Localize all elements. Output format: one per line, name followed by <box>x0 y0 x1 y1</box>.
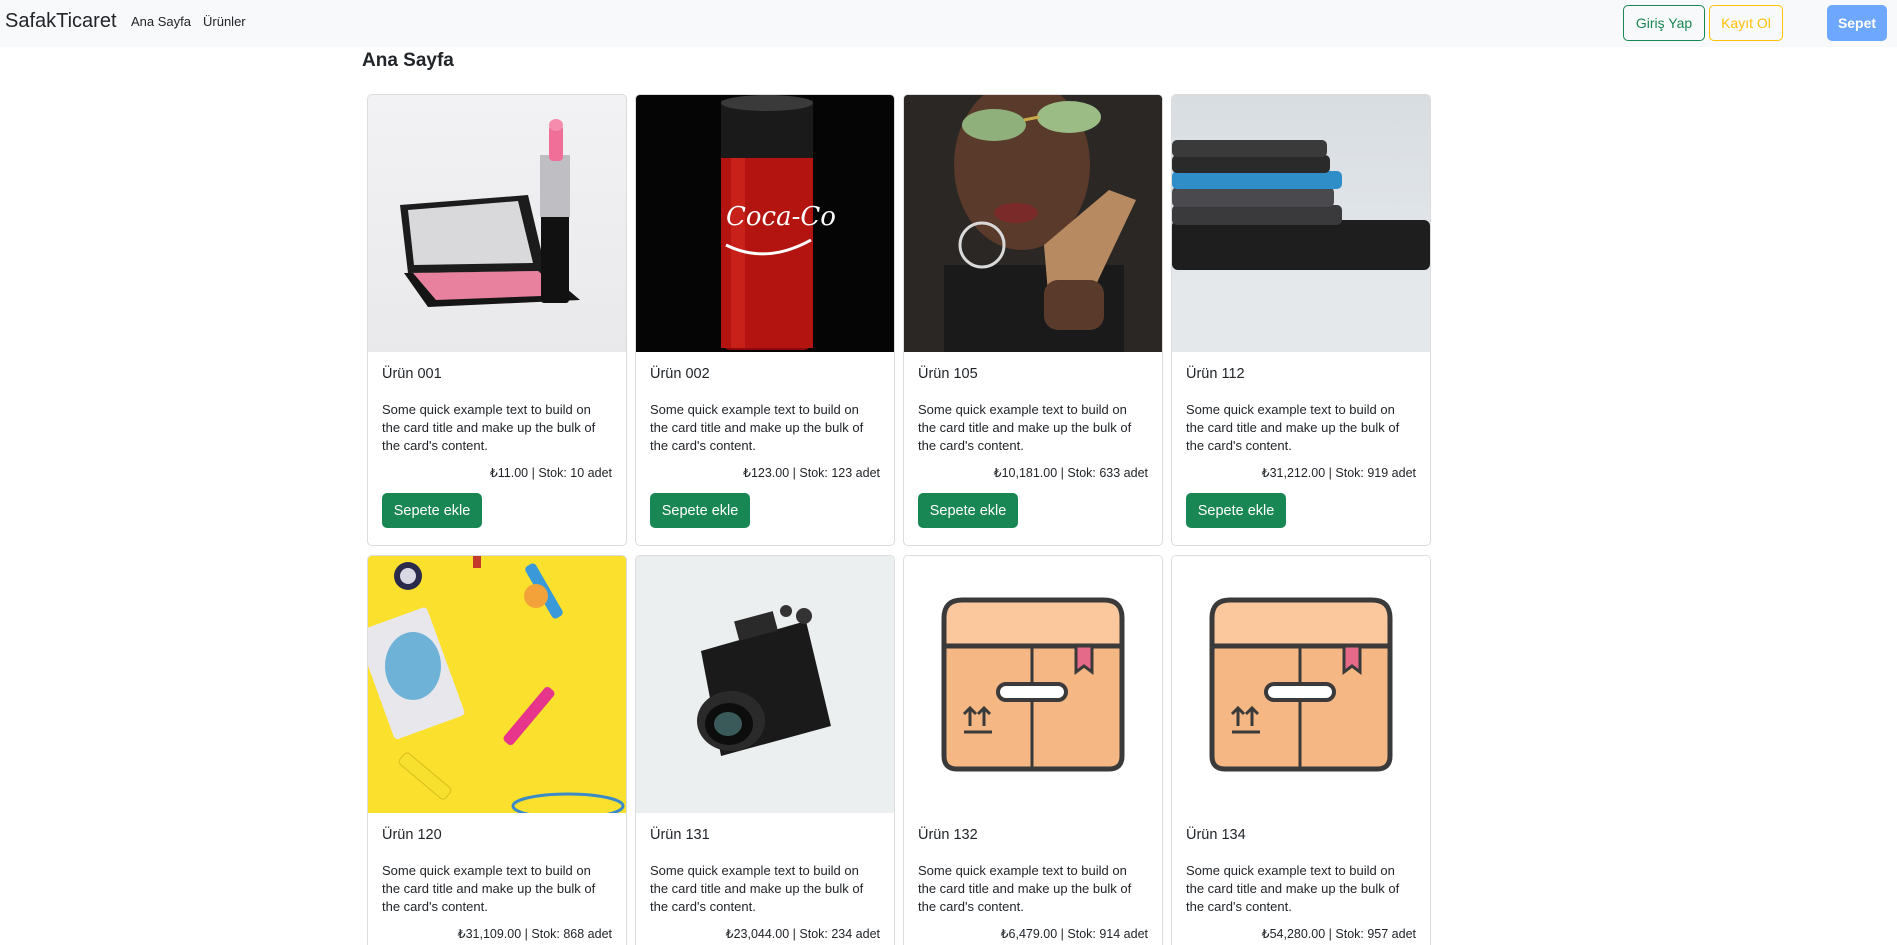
nav-link-products[interactable]: Ürünler <box>203 14 246 29</box>
product-card: Ürün 134 Some quick example text to buil… <box>1171 555 1431 945</box>
product-title: Ürün 105 <box>918 366 978 382</box>
product-title: Ürün 132 <box>918 827 978 843</box>
product-price-stock: ₺31,109.00 | Stok: 868 adet <box>457 927 612 941</box>
product-price-stock: ₺6,479.00 | Stok: 914 adet <box>1000 927 1148 941</box>
product-card: Ürün 105 Some quick example text to buil… <box>903 94 1163 546</box>
svg-text:Coca-Co: Coca-Co <box>726 202 836 232</box>
product-description: Some quick example text to build on the … <box>382 863 596 914</box>
product-price-stock: ₺54,280.00 | Stok: 957 adet <box>1261 927 1416 941</box>
product-title: Ürün 002 <box>650 366 710 382</box>
product-title: Ürün 120 <box>382 827 442 843</box>
product-title: Ürün 112 <box>1186 366 1245 382</box>
product-card: Ürün 131 Some quick example text to buil… <box>635 555 895 945</box>
product-card: Ürün 112 Some quick example text to buil… <box>1171 94 1431 546</box>
product-description: Some quick example text to build on the … <box>650 402 864 453</box>
product-description: Some quick example text to build on the … <box>1186 863 1400 914</box>
cart-button[interactable]: Sepet <box>1827 5 1887 41</box>
product-card: Coca-Co Ürün 002 Some quick example text… <box>635 94 895 546</box>
product-description: Some quick example text to build on the … <box>918 402 1132 453</box>
box-placeholder-icon[interactable] <box>1172 556 1430 813</box>
login-button[interactable]: Giriş Yap <box>1623 5 1705 41</box>
product-description: Some quick example text to build on the … <box>382 402 596 453</box>
product-price-stock: ₺123.00 | Stok: 123 adet <box>743 466 880 480</box>
product-price-stock: ₺31,212.00 | Stok: 919 adet <box>1261 466 1416 480</box>
product-card: Ürün 001 Some quick example text to buil… <box>367 94 627 546</box>
box-placeholder-icon[interactable] <box>904 556 1162 813</box>
add-to-cart-button[interactable]: Sepete ekle <box>1186 493 1286 528</box>
product-card: Ürün 120 Some quick example text to buil… <box>367 555 627 945</box>
add-to-cart-button[interactable]: Sepete ekle <box>918 493 1018 528</box>
product-price-stock: ₺23,044.00 | Stok: 234 adet <box>725 927 880 941</box>
product-card: Ürün 132 Some quick example text to buil… <box>903 555 1163 945</box>
nav-link-home[interactable]: Ana Sayfa <box>131 14 191 29</box>
brand-logo[interactable]: SafakTicaret <box>5 10 117 33</box>
product-description: Some quick example text to build on the … <box>918 863 1132 914</box>
product-image-coca-cola[interactable]: Coca-Co <box>636 95 894 352</box>
product-image-woman-sunglasses[interactable] <box>904 95 1162 352</box>
product-image-stacked-phones[interactable] <box>1172 95 1430 352</box>
product-image-camera[interactable] <box>636 556 894 813</box>
register-button[interactable]: Kayıt Ol <box>1709 5 1783 41</box>
add-to-cart-button[interactable]: Sepete ekle <box>382 493 482 528</box>
product-price-stock: ₺10,181.00 | Stok: 633 adet <box>993 466 1148 480</box>
product-price-stock: ₺11.00 | Stok: 10 adet <box>489 466 612 480</box>
product-image-yellow-stationery[interactable] <box>368 556 626 813</box>
product-description: Some quick example text to build on the … <box>650 863 864 914</box>
add-to-cart-button[interactable]: Sepete ekle <box>650 493 750 528</box>
navbar: SafakTicaret Ana Sayfa Ürünler Giriş Yap… <box>0 0 1897 47</box>
page-title: Ana Sayfa <box>362 50 454 71</box>
product-title: Ürün 134 <box>1186 827 1246 843</box>
product-image-lipstick[interactable] <box>368 95 626 352</box>
product-description: Some quick example text to build on the … <box>1186 402 1400 453</box>
product-title: Ürün 001 <box>382 366 442 382</box>
product-title: Ürün 131 <box>650 827 710 843</box>
